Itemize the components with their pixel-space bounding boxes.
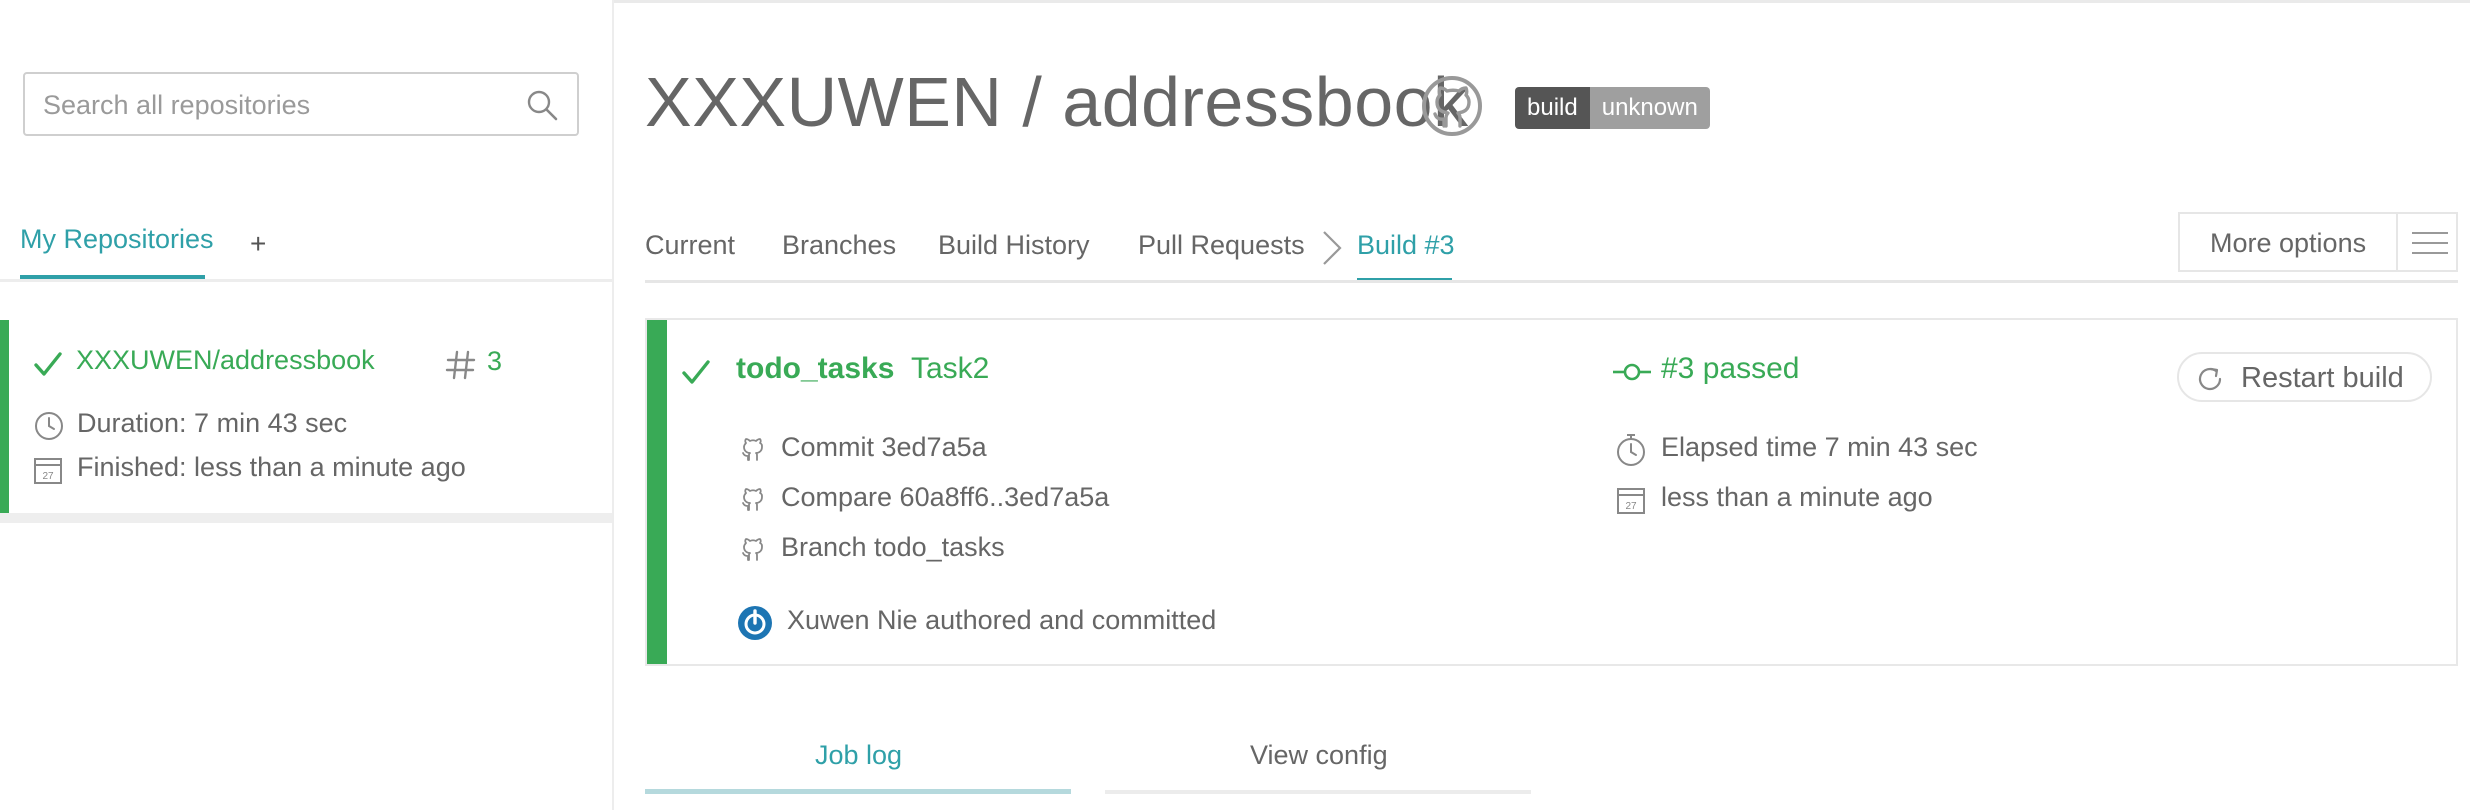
- tab-view-config[interactable]: View config: [1250, 740, 1388, 771]
- github-icon: [742, 488, 763, 511]
- restart-build-button[interactable]: Restart build: [2177, 352, 2432, 402]
- job-log-underline: [645, 789, 1071, 794]
- stopwatch-icon: [1617, 434, 1645, 466]
- calendar-icon: 27: [34, 458, 62, 484]
- repo-status-bar: [0, 320, 9, 513]
- search-box[interactable]: [23, 72, 579, 136]
- search-icon[interactable]: [525, 88, 559, 122]
- tab-current[interactable]: Current: [645, 230, 735, 261]
- tab-build-history[interactable]: Build History: [938, 230, 1090, 261]
- svg-text:27: 27: [42, 471, 54, 482]
- check-icon: [682, 360, 710, 384]
- branch-link[interactable]: Branch todo_tasks: [781, 532, 1005, 563]
- hash-icon: [445, 350, 476, 380]
- elapsed-time: Elapsed time 7 min 43 sec: [1661, 432, 1978, 462]
- page-title: XXXUWEN / addressbook: [645, 63, 1469, 141]
- author-info: Xuwen Nie authored and committed: [787, 605, 1217, 635]
- tab-my-repositories[interactable]: My Repositories: [20, 224, 214, 255]
- chevron-right-icon: [1323, 231, 1342, 265]
- badge-value: unknown: [1589, 87, 1710, 129]
- restart-icon: [2198, 367, 2222, 391]
- nav-divider: [645, 280, 2458, 283]
- repo-build-number[interactable]: 3: [487, 346, 502, 377]
- restart-build-label: Restart build: [2241, 362, 2404, 394]
- more-options-divider: [2396, 214, 2398, 270]
- search-input[interactable]: [41, 74, 515, 136]
- repo-name-link[interactable]: XXXUWEN/addressbook: [76, 345, 375, 376]
- github-icon: [742, 538, 763, 561]
- commit-link[interactable]: Commit 3ed7a5a: [781, 432, 987, 463]
- svg-text:27: 27: [1625, 501, 1637, 512]
- view-config-underline: [1105, 790, 1531, 794]
- sidebar-tabs-divider: [0, 279, 612, 282]
- repo-duration: Duration: 7 min 43 sec: [77, 408, 348, 438]
- build-branch-name[interactable]: todo_tasks: [736, 352, 894, 386]
- tab-branches[interactable]: Branches: [782, 230, 896, 261]
- build-status-badge: build unknown: [1515, 87, 1710, 129]
- compare-link[interactable]: Compare 60a8ff6..3ed7a5a: [781, 482, 1109, 513]
- add-repository-tab[interactable]: +: [250, 228, 266, 260]
- tab-build-3[interactable]: Build #3: [1357, 230, 1455, 261]
- menu-icon[interactable]: [2412, 230, 2448, 256]
- tab-job-log[interactable]: Job log: [815, 740, 902, 771]
- finished-time: less than a minute ago: [1661, 482, 1933, 512]
- more-options-label: More options: [2210, 228, 2367, 258]
- build-commit-message: Task2: [911, 352, 990, 385]
- calendar-icon: 27: [1617, 488, 1645, 514]
- badge-label: build: [1515, 87, 1590, 129]
- repo-finished: Finished: less than a minute ago: [77, 452, 466, 482]
- build-status-bar: [647, 320, 667, 664]
- commit-icon: [1613, 363, 1651, 381]
- github-icon[interactable]: [1420, 74, 1484, 138]
- avatar: [738, 606, 772, 640]
- github-icon: [742, 438, 763, 461]
- check-icon: [34, 352, 62, 376]
- more-options-button[interactable]: More options: [2178, 212, 2458, 272]
- tab-pull-requests[interactable]: Pull Requests: [1138, 230, 1305, 261]
- clock-icon: [35, 412, 63, 440]
- build-status-text[interactable]: #3 passed: [1661, 352, 1799, 386]
- sidebar-list-end: [0, 513, 612, 523]
